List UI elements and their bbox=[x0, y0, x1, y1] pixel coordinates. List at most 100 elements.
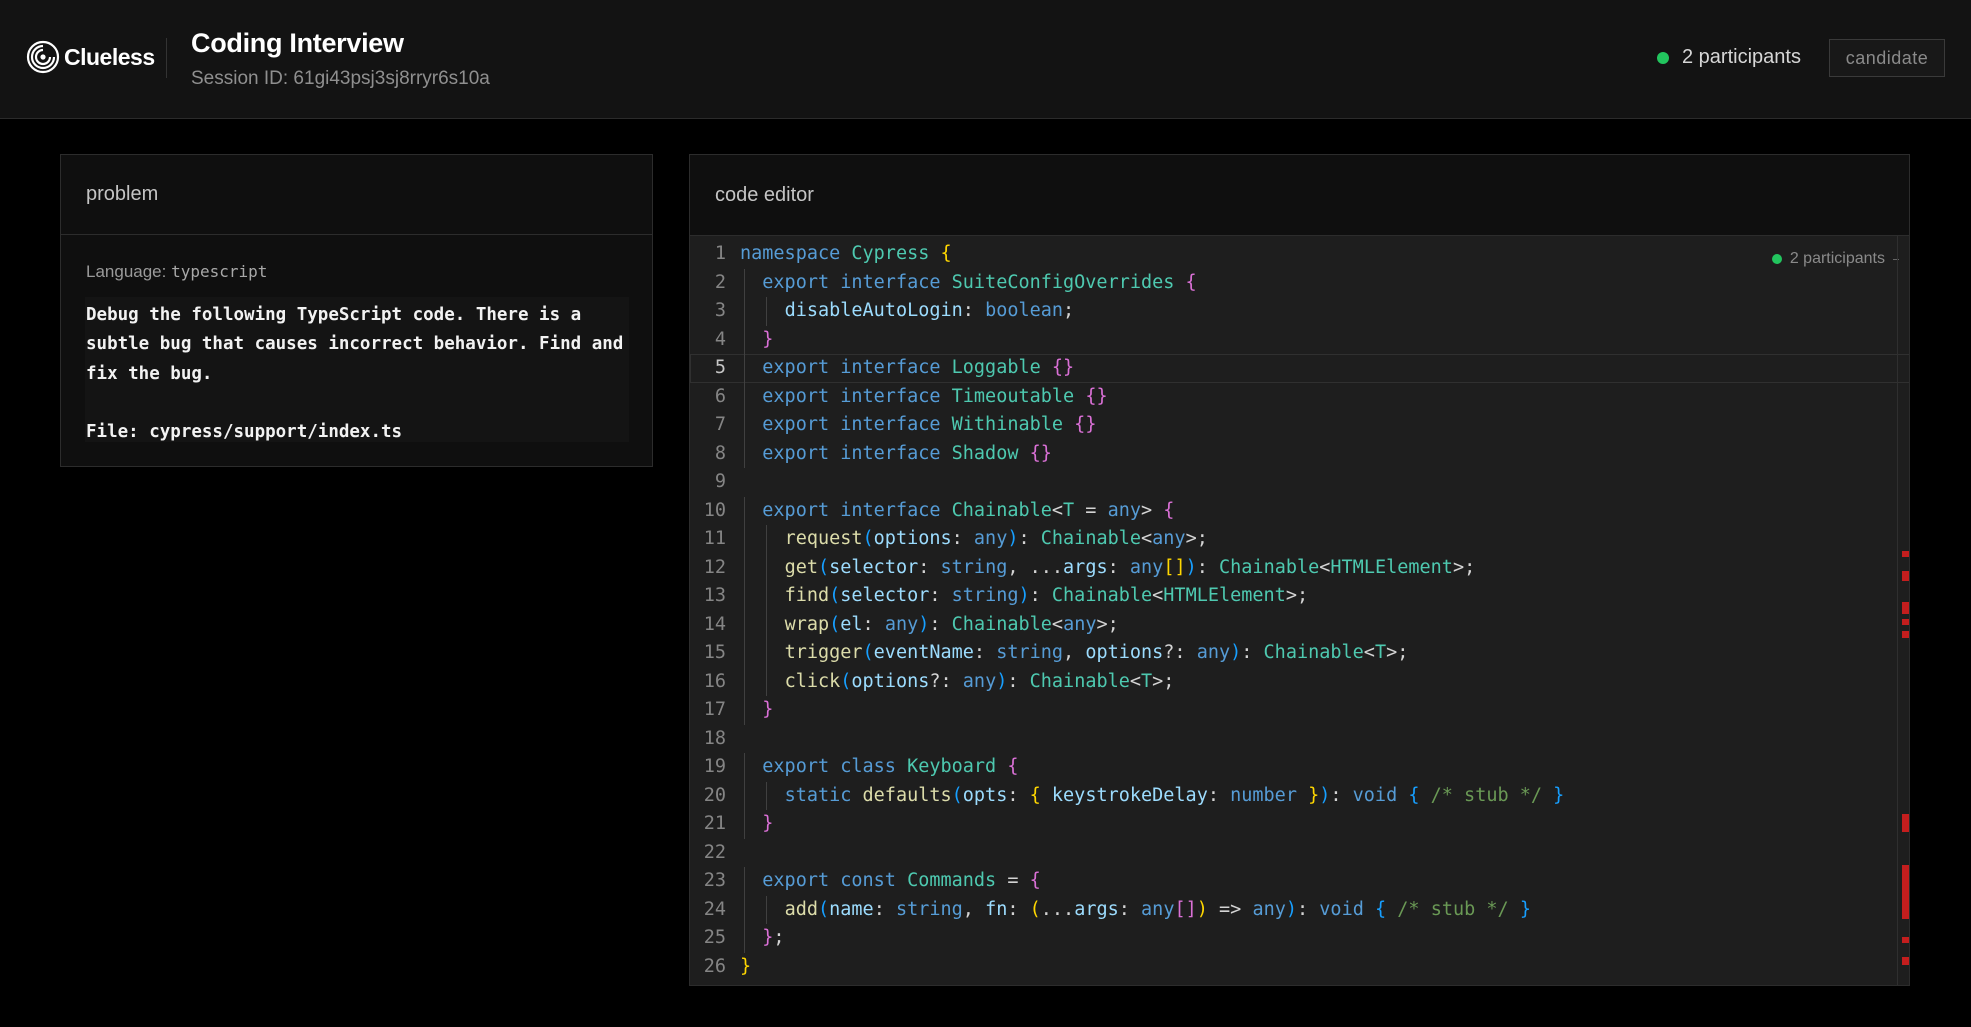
code-line[interactable]: 9 bbox=[690, 468, 1909, 497]
indent-guide bbox=[766, 297, 768, 326]
error-marker[interactable] bbox=[1902, 865, 1909, 919]
code-line[interactable]: 18 bbox=[690, 725, 1909, 754]
brand-logo[interactable]: Clueless bbox=[26, 40, 155, 74]
line-number: 25 bbox=[703, 927, 726, 948]
line-number: 9 bbox=[714, 471, 726, 492]
code-line[interactable]: 5 export interface Loggable {} bbox=[690, 354, 1909, 383]
line-number: 24 bbox=[703, 898, 726, 920]
problem-panel: problem Language: typescript Debug the f… bbox=[60, 154, 653, 467]
error-marker[interactable] bbox=[1902, 957, 1909, 965]
code-line[interactable]: 16 click(options?: any): Chainable<T>; bbox=[690, 667, 1909, 696]
line-number: 21 bbox=[703, 813, 726, 834]
logo-text: Clueless bbox=[64, 43, 155, 70]
code-text[interactable]: click(options?: any): Chainable<T>; bbox=[740, 671, 1175, 692]
code-line[interactable]: 4 } bbox=[690, 325, 1909, 354]
code-text[interactable]: } bbox=[740, 329, 773, 350]
code-text[interactable]: get(selector: string, ...args: any[]): C… bbox=[740, 557, 1476, 578]
status-dot-icon bbox=[1657, 51, 1669, 64]
error-marker[interactable] bbox=[1902, 602, 1909, 614]
code-text[interactable]: export interface Timeoutable {} bbox=[740, 386, 1107, 407]
code-text[interactable]: export interface Shadow {} bbox=[740, 443, 1052, 464]
role-badge: candidate bbox=[1829, 39, 1945, 77]
indent-guide bbox=[766, 553, 768, 582]
language-value: typescript bbox=[171, 262, 268, 281]
code-text[interactable]: } bbox=[740, 699, 773, 720]
editor-scrollbar[interactable] bbox=[1897, 236, 1909, 985]
code-line[interactable]: 19 export class Keyboard { bbox=[690, 753, 1909, 782]
code-line[interactable]: 14 wrap(el: any): Chainable<any>; bbox=[690, 610, 1909, 639]
code-line[interactable]: 3 disableAutoLogin: boolean; bbox=[690, 297, 1909, 326]
code-text[interactable]: } bbox=[740, 813, 773, 834]
indent-guide bbox=[766, 639, 768, 668]
code-text[interactable]: export interface Chainable<T = any> { bbox=[740, 500, 1174, 521]
error-marker[interactable] bbox=[1902, 937, 1909, 943]
participants-status: 2 participants bbox=[1657, 46, 1801, 69]
code-line[interactable]: 7 export interface Withinable {} bbox=[690, 411, 1909, 440]
line-number: 7 bbox=[714, 414, 726, 435]
code-text[interactable]: export class Keyboard { bbox=[740, 756, 1018, 777]
error-marker[interactable] bbox=[1902, 551, 1909, 557]
code-text[interactable]: }; bbox=[740, 927, 784, 948]
participants-count: 2 participants bbox=[1682, 46, 1801, 68]
code-text[interactable]: export interface Withinable {} bbox=[740, 414, 1096, 435]
code-text[interactable]: } bbox=[740, 956, 751, 977]
editor-participants-count: 2 participants bbox=[1789, 250, 1885, 267]
code-text[interactable]: disableAutoLogin: boolean; bbox=[740, 300, 1075, 321]
code-line[interactable]: 15 trigger(eventName: string, options?: … bbox=[690, 639, 1909, 668]
app-header: Clueless Coding Interview Session ID: 61… bbox=[0, 0, 1971, 119]
code-line[interactable]: 25 }; bbox=[690, 924, 1909, 953]
code-line[interactable]: 10 export interface Chainable<T = any> { bbox=[690, 496, 1909, 525]
indent-guide bbox=[744, 610, 745, 639]
code-line[interactable]: 8 export interface Shadow {} bbox=[690, 439, 1909, 468]
code-line[interactable]: 23 export const Commands = { bbox=[690, 867, 1909, 896]
code-line[interactable]: 11 request(options: any): Chainable<any>… bbox=[690, 525, 1909, 554]
line-number: 3 bbox=[714, 300, 726, 321]
code-lines[interactable]: 1 namespace Cypress {2 export interface S… bbox=[690, 240, 1909, 985]
code-line[interactable]: 21 } bbox=[690, 810, 1909, 839]
code-line[interactable]: 27 bbox=[690, 981, 1909, 985]
error-marker[interactable] bbox=[1902, 631, 1909, 638]
indent-guide bbox=[744, 639, 745, 668]
error-marker[interactable] bbox=[1902, 814, 1909, 832]
error-marker[interactable] bbox=[1902, 571, 1909, 581]
code-editor[interactable]: 1 namespace Cypress {2 export interface S… bbox=[690, 236, 1909, 985]
line-number: 22 bbox=[703, 841, 726, 863]
line-number: 12 bbox=[703, 556, 726, 578]
code-line[interactable]: 13 find(selector: string): Chainable<HTM… bbox=[690, 582, 1909, 611]
code-line[interactable]: 17 } bbox=[690, 696, 1909, 725]
indent-guide bbox=[744, 411, 745, 440]
indent-guide bbox=[766, 610, 768, 639]
code-line[interactable]: 26} bbox=[690, 953, 1909, 982]
line-number: 26 bbox=[703, 955, 726, 977]
code-text[interactable]: wrap(el: any): Chainable<any>; bbox=[740, 614, 1119, 635]
code-text[interactable]: static defaults(opts: { keystrokeDelay: … bbox=[740, 785, 1565, 806]
line-number: 14 bbox=[703, 613, 726, 635]
line-number: 17 bbox=[703, 699, 726, 720]
line-number: 13 bbox=[703, 585, 726, 606]
line-number: 10 bbox=[703, 499, 726, 521]
code-text[interactable]: export interface Loggable {} bbox=[740, 357, 1074, 378]
editor-heading: code editor bbox=[690, 155, 1909, 236]
status-dot-icon bbox=[1771, 254, 1782, 264]
line-number: 4 bbox=[714, 328, 726, 350]
problem-heading: problem bbox=[61, 155, 652, 235]
code-line[interactable]: 1 namespace Cypress { bbox=[690, 240, 1909, 269]
code-text[interactable]: export interface SuiteConfigOverrides { bbox=[740, 272, 1196, 293]
code-text[interactable]: namespace Cypress { bbox=[740, 243, 952, 264]
line-number: 23 bbox=[703, 870, 726, 891]
line-number: 16 bbox=[703, 670, 726, 692]
code-text[interactable]: export const Commands = { bbox=[740, 870, 1040, 891]
code-text[interactable]: request(options: any): Chainable<any>; bbox=[740, 528, 1208, 549]
code-line[interactable]: 22 bbox=[690, 839, 1909, 868]
code-line[interactable]: 20 static defaults(opts: { keystrokeDela… bbox=[690, 781, 1909, 810]
error-marker[interactable] bbox=[1902, 619, 1909, 625]
line-number: 18 bbox=[703, 727, 726, 749]
code-line[interactable]: 12 get(selector: string, ...args: any[])… bbox=[690, 553, 1909, 582]
code-text[interactable]: find(selector: string): Chainable<HTMLEl… bbox=[740, 585, 1309, 606]
code-line[interactable]: 24 add(name: string, fn: (...args: any[]… bbox=[690, 895, 1909, 924]
code-text[interactable]: add(name: string, fn: (...args: any[]) =… bbox=[740, 899, 1531, 920]
code-text[interactable]: trigger(eventName: string, options?: any… bbox=[740, 642, 1409, 663]
editor-participants: 2 participants bbox=[1771, 250, 1899, 268]
code-line[interactable]: 2 export interface SuiteConfigOverrides … bbox=[690, 268, 1909, 297]
code-line[interactable]: 6 export interface Timeoutable {} bbox=[690, 382, 1909, 411]
